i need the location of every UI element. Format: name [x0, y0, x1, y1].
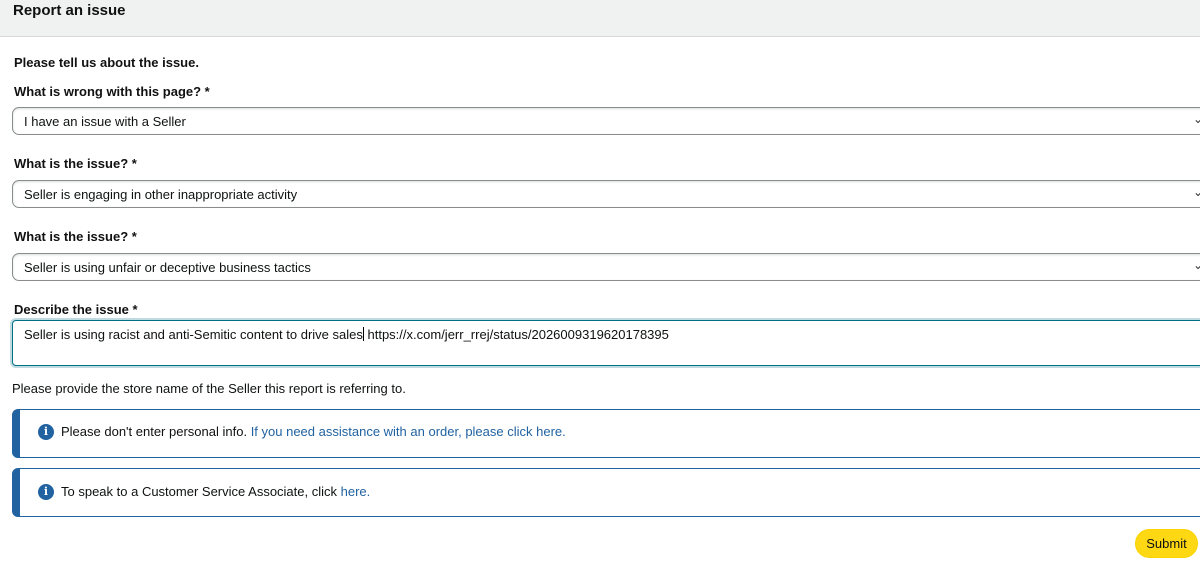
chevron-down-icon: ⌄ [1193, 258, 1200, 272]
page-title: Report an issue [13, 2, 126, 19]
issue-subtype-select[interactable]: Seller is using unfair or deceptive busi… [12, 253, 1200, 281]
personal-info-alert: i Please don't enter personal info. If y… [12, 409, 1200, 458]
personal-info-alert-text: Please don't enter personal info. If you… [61, 424, 566, 439]
submit-button[interactable]: Submit [1135, 529, 1198, 558]
describe-label: Describe the issue * [14, 302, 138, 317]
info-icon: i [38, 424, 54, 440]
issue-subtype-select-value: Seller is using unfair or deceptive busi… [24, 260, 311, 275]
field3-label: What is the issue? * [14, 229, 137, 244]
page-issue-select[interactable]: I have an issue with a Seller ⌄ [12, 107, 1200, 135]
field2-label: What is the issue? * [14, 156, 137, 171]
order-assistance-link[interactable]: If you need assistance with an order, pl… [251, 424, 566, 439]
describe-text-before-cursor: Seller is using racist and anti-Semitic … [24, 327, 363, 342]
issue-type-select[interactable]: Seller is engaging in other inappropriat… [12, 180, 1200, 208]
customer-service-text: To speak to a Customer Service Associate… [61, 484, 338, 499]
store-name-helper: Please provide the store name of the Sel… [12, 381, 406, 396]
page-issue-select-value: I have an issue with a Seller [24, 114, 186, 129]
issue-type-select-value: Seller is engaging in other inappropriat… [24, 187, 298, 202]
page-header: Report an issue [0, 0, 1200, 37]
customer-service-alert-text: To speak to a Customer Service Associate… [61, 484, 370, 499]
customer-service-link[interactable]: here. [341, 484, 371, 499]
customer-service-alert: i To speak to a Customer Service Associa… [12, 468, 1200, 517]
chevron-down-icon: ⌄ [1193, 185, 1200, 199]
field1-label: What is wrong with this page? * [14, 84, 210, 99]
info-icon: i [38, 484, 54, 500]
form-intro: Please tell us about the issue. [14, 55, 199, 70]
describe-issue-textarea[interactable]: Seller is using racist and anti-Semitic … [12, 320, 1200, 366]
chevron-down-icon: ⌄ [1193, 112, 1200, 126]
describe-issue-text: Seller is using racist and anti-Semitic … [24, 327, 669, 342]
describe-text-after-cursor: https://x.com/jerr_rrej/status/202600931… [363, 327, 669, 342]
personal-info-text: Please don't enter personal info. [61, 424, 248, 439]
